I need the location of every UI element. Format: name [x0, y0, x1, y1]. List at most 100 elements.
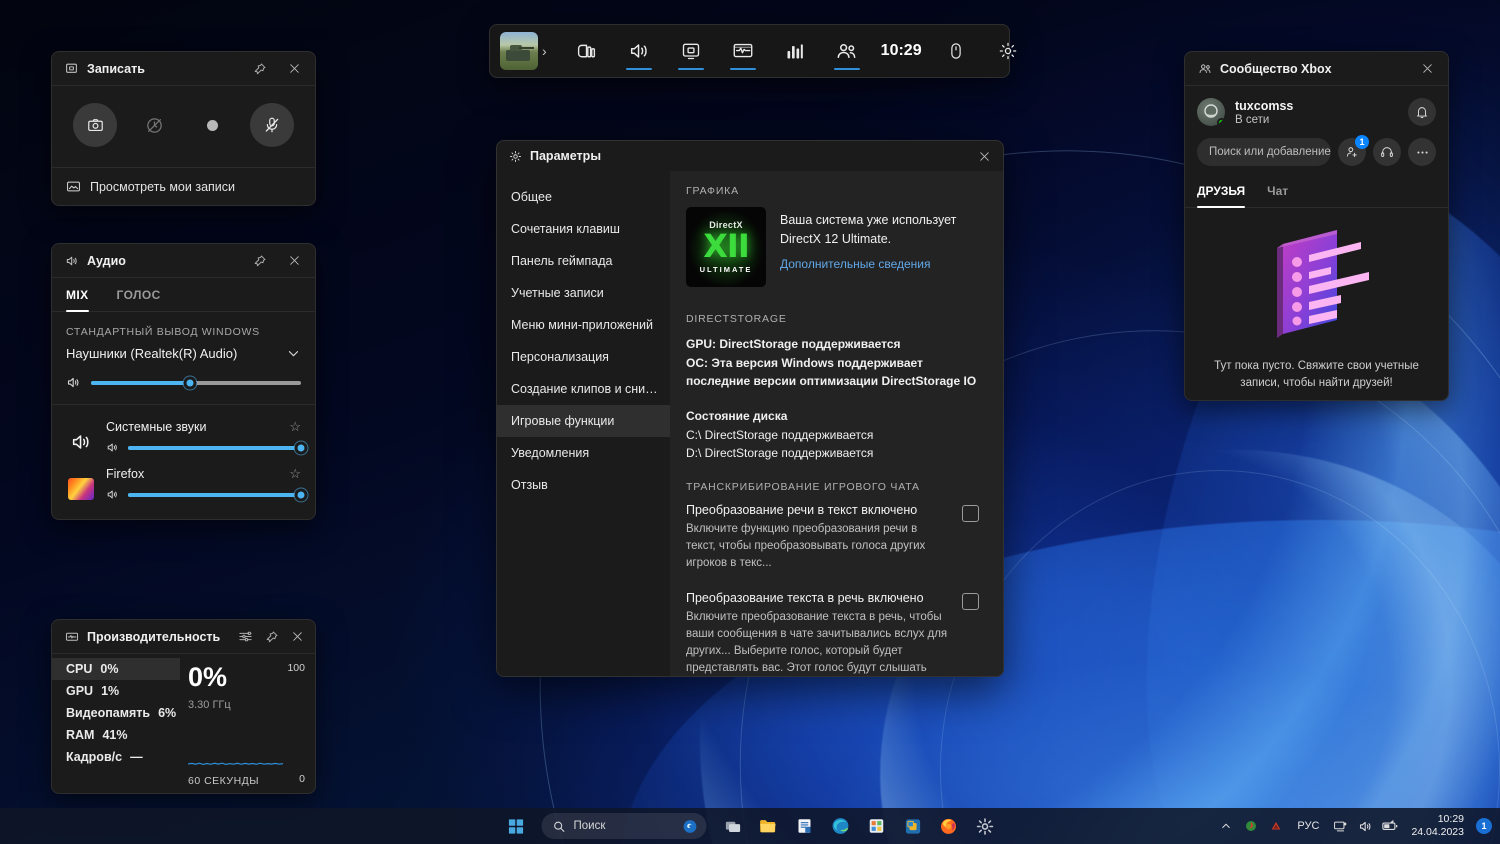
metric-gpu[interactable]: GPU 1%	[52, 680, 180, 702]
show-hidden-icons-chevron-up-icon[interactable]	[1215, 813, 1237, 839]
notification-badge[interactable]: 1	[1476, 818, 1492, 834]
chevron-right-icon[interactable]: ›	[542, 43, 547, 59]
tab-voice[interactable]: ГОЛОС	[117, 278, 175, 311]
game-bar-items: 10:29	[561, 25, 1034, 77]
copilot-icon[interactable]	[682, 818, 699, 835]
notepad-button[interactable]	[789, 811, 821, 841]
metric-ram[interactable]: RAM 41%	[52, 724, 180, 746]
audio-icon[interactable]	[613, 25, 665, 77]
directx-learn-more-link[interactable]: Дополнительные сведения	[780, 257, 979, 271]
tray-app-green-icon[interactable]	[1240, 813, 1262, 839]
performance-icon[interactable]	[769, 25, 821, 77]
nav-item-feedback[interactable]: Отзыв	[497, 469, 670, 501]
speech-to-text-checkbox[interactable]	[962, 505, 979, 522]
pin-icon[interactable]	[247, 248, 273, 274]
virtualbox-button[interactable]	[897, 811, 929, 841]
pin-icon[interactable]	[247, 56, 273, 82]
nav-item-personalization[interactable]: Персонализация	[497, 341, 670, 373]
speech-to-text-setting: Преобразование речи в текст включено Вкл…	[686, 503, 979, 573]
start-button[interactable]	[500, 811, 532, 841]
microsoft-store-button[interactable]	[861, 811, 893, 841]
file-explorer-button[interactable]	[753, 811, 785, 841]
xbox-profile-row[interactable]: tuxcomss В сети	[1185, 86, 1448, 134]
master-volume-slider[interactable]	[91, 381, 301, 385]
metric-fps[interactable]: Кадров/с —	[52, 746, 180, 768]
nav-item-widget-menu[interactable]: Меню мини-приложений	[497, 309, 670, 341]
chart-axis-min: 0	[299, 773, 305, 785]
network-icon[interactable]	[1329, 813, 1351, 839]
capture-icon[interactable]	[665, 25, 717, 77]
more-options-button[interactable]	[1408, 138, 1436, 166]
performance-options-icon[interactable]	[236, 624, 254, 650]
favorite-star-icon[interactable]: ☆	[289, 419, 301, 435]
settings-icon[interactable]	[982, 25, 1034, 77]
clock[interactable]: 10:29 24.04.2023	[1404, 813, 1471, 839]
app-volume-slider[interactable]	[128, 446, 301, 450]
language-indicator[interactable]: РУС	[1290, 820, 1326, 832]
xbox-community-widget: Сообщество Xbox tuxcomss В сети Поиск ил…	[1184, 51, 1449, 401]
app-volume-slider[interactable]	[128, 493, 301, 497]
nav-item-notifications[interactable]: Уведомления	[497, 437, 670, 469]
broadcast-icon[interactable]	[717, 25, 769, 77]
close-icon[interactable]	[281, 56, 307, 82]
edge-button[interactable]	[825, 811, 857, 841]
nav-item-captures[interactable]: Создание клипов и снимк...	[497, 373, 670, 405]
nav-item-general[interactable]: Общее	[497, 181, 670, 213]
metric-name: Видеопамять	[66, 706, 150, 720]
taskbar-search-placeholder: Поиск	[574, 820, 674, 832]
tab-friends[interactable]: ДРУЗЬЯ	[1197, 178, 1245, 207]
avatar[interactable]	[1197, 98, 1225, 126]
audio-app-list: Системные звуки ☆	[52, 404, 315, 519]
nav-item-accounts[interactable]: Учетные записи	[497, 277, 670, 309]
mouse-icon[interactable]	[930, 25, 982, 77]
close-icon[interactable]	[281, 248, 307, 274]
chevron-down-icon[interactable]	[286, 346, 301, 361]
gear-icon	[509, 150, 522, 163]
add-friend-button[interactable]: 1	[1338, 138, 1366, 166]
text-to-speech-checkbox[interactable]	[962, 593, 979, 610]
settings-button[interactable]	[969, 811, 1001, 841]
battery-icon[interactable]	[1379, 813, 1401, 839]
widget-menu-icon[interactable]	[561, 25, 613, 77]
headset-button[interactable]	[1373, 138, 1401, 166]
screenshot-button[interactable]	[73, 103, 117, 147]
tray-app-red-icon[interactable]	[1265, 813, 1287, 839]
online-status-dot	[1217, 118, 1225, 126]
metric-vram[interactable]: Видеопамять 6%	[52, 702, 180, 724]
transcription-section-label: ТРАНСКРИБИРОВАНИЕ ИГРОВОГО ЧАТА	[686, 481, 979, 493]
record-last-30s-button[interactable]	[132, 103, 176, 147]
pin-icon[interactable]	[263, 624, 281, 650]
slider-thumb[interactable]	[183, 376, 196, 389]
disk-state-block: Состояние диска C:\ DirectStorage поддер…	[686, 407, 979, 463]
game-bar-game-entry[interactable]: ›	[490, 32, 553, 70]
start-recording-button[interactable]	[191, 103, 235, 147]
nav-item-shortcuts[interactable]: Сочетания клавиш	[497, 213, 670, 245]
view-my-recordings-button[interactable]: Просмотреть мои записи	[52, 167, 315, 205]
volume-icon[interactable]	[1354, 813, 1376, 839]
metric-name: GPU	[66, 684, 93, 698]
tab-mix[interactable]: MIX	[66, 278, 103, 311]
view-my-recordings-label: Просмотреть мои записи	[90, 180, 235, 194]
firefox-button[interactable]	[933, 811, 965, 841]
metric-cpu[interactable]: CPU 0%	[52, 658, 180, 680]
audio-widget-title: Аудио	[87, 254, 126, 268]
tab-chat[interactable]: Чат	[1267, 178, 1288, 207]
nav-item-gamepad-panel[interactable]: Панель геймпада	[497, 245, 670, 277]
close-icon[interactable]	[971, 143, 997, 169]
favorite-star-icon[interactable]: ☆	[289, 466, 301, 482]
close-icon[interactable]	[289, 624, 307, 650]
nav-item-gaming-features[interactable]: Игровые функции	[497, 405, 670, 437]
search-input[interactable]: Поиск или добавление иг	[1197, 138, 1331, 166]
slider-thumb[interactable]	[295, 441, 308, 454]
taskbar-search-input[interactable]: Поиск	[542, 813, 707, 839]
record-widget-buttons	[52, 86, 315, 167]
mic-toggle-button[interactable]	[250, 103, 294, 147]
close-icon[interactable]	[1414, 56, 1440, 82]
output-device-selector[interactable]: Наушники (Realtek(R) Audio)	[52, 344, 315, 371]
text-to-speech-description: Включите преобразование текста в речь, ч…	[686, 609, 950, 676]
notifications-bell-button[interactable]	[1408, 98, 1436, 126]
metric-name: CPU	[66, 662, 92, 676]
slider-thumb[interactable]	[295, 488, 308, 501]
xbox-social-icon[interactable]	[821, 25, 873, 77]
taskview-button[interactable]	[717, 811, 749, 841]
